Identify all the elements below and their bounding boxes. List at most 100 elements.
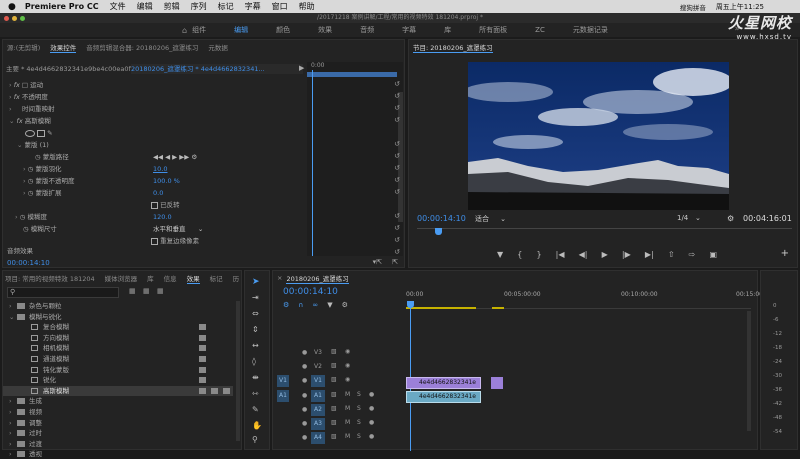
stopwatch-icon[interactable]: ◷	[20, 213, 26, 221]
yuv-filter-icon[interactable]: ▦	[157, 287, 164, 295]
reset-icon[interactable]: ↺	[394, 224, 400, 232]
effect-folder[interactable]: › 过时	[3, 428, 233, 438]
home-icon[interactable]: ⌂	[182, 26, 187, 35]
solo-icon[interactable]: S	[357, 391, 361, 398]
hand-tool-icon[interactable]: ✋	[252, 421, 262, 430]
app-name-menu[interactable]: Premiere Pro CC	[25, 2, 99, 11]
mute-icon[interactable]: M	[345, 405, 350, 412]
blur-dimensions-select[interactable]: 水平和垂直 ⌄	[153, 224, 203, 234]
solo-icon[interactable]: S	[357, 405, 361, 412]
apple-icon[interactable]: ●	[8, 2, 16, 12]
slip-tool-icon[interactable]: ⇼	[252, 373, 259, 382]
reset-icon[interactable]: ↺	[394, 176, 400, 184]
tab-markers[interactable]: 标记	[210, 273, 223, 283]
timeline-settings-icon[interactable]: ⚙	[342, 301, 348, 309]
effect-item[interactable]: 锐化	[3, 375, 233, 385]
effect-item[interactable]: 相机模糊	[3, 343, 233, 353]
play-only-icon[interactable]: ▶	[299, 64, 304, 72]
tab-info[interactable]: 信息	[164, 273, 177, 283]
effect-item[interactable]: 复合模糊	[3, 322, 233, 332]
sync-lock-icon[interactable]: ▧	[331, 348, 337, 355]
track-select-tool-icon[interactable]: ⇥	[252, 293, 259, 302]
chevron-down-icon[interactable]: ⌄	[9, 312, 14, 322]
video-clip[interactable]	[491, 377, 503, 389]
program-scrubber[interactable]	[417, 228, 792, 235]
pen-tool-icon[interactable]: ✎	[252, 405, 259, 414]
workspace-metadata[interactable]: 元数据记录	[573, 25, 608, 35]
zoom-select[interactable]: 适合 ⌄	[475, 214, 506, 224]
menu-marker[interactable]: 标记	[218, 1, 234, 12]
effect-item[interactable]: 钝化蒙版	[3, 365, 233, 375]
workspace-editing[interactable]: 编辑	[234, 25, 248, 35]
mask-opacity-value[interactable]: 100.0 %	[153, 176, 180, 186]
mini-playhead[interactable]	[312, 70, 313, 256]
clock[interactable]: 周五上午11:25	[716, 2, 764, 12]
chevron-right-icon[interactable]: ›	[9, 439, 12, 449]
timeline-ruler[interactable]: 00:00 00:05:00:00 00:10:00:00 00:15:00:0…	[406, 291, 773, 309]
eye-icon[interactable]: ◉	[345, 376, 350, 383]
effect-folder[interactable]: › 透视	[3, 449, 233, 459]
effect-item[interactable]: 通道模糊	[3, 354, 233, 364]
menu-clip[interactable]: 剪辑	[164, 1, 180, 12]
solo-icon[interactable]: S	[357, 419, 361, 426]
mask-feather-value[interactable]: 10.0	[153, 164, 167, 174]
lock-track-icon[interactable]: ●	[302, 420, 307, 427]
sync-lock-icon[interactable]: ▧	[331, 362, 337, 369]
lock-track-icon[interactable]: ●	[302, 406, 307, 413]
razor-tool-icon[interactable]: ◊	[252, 357, 256, 366]
chevron-right-icon[interactable]: ›	[23, 177, 26, 185]
ellipse-mask-icon[interactable]	[25, 129, 35, 137]
lift-icon[interactable]: ⇧	[668, 250, 675, 259]
fx-time-remap-row[interactable]: › 时间重映射	[9, 104, 54, 114]
workspace-graphics[interactable]: 字幕	[402, 25, 416, 35]
fx-motion-row[interactable]: › fx □ 运动	[9, 80, 43, 90]
menu-sequence[interactable]: 序列	[191, 1, 207, 12]
effect-folder[interactable]: › 视频	[3, 407, 233, 417]
fx-gaussian-row[interactable]: ⌄ fx 高斯模糊	[9, 116, 51, 126]
workspace-color[interactable]: 颜色	[276, 25, 290, 35]
effects-search-input[interactable]: ⚲	[7, 287, 119, 298]
selection-tool-icon[interactable]: ➤	[252, 277, 260, 287]
effect-folder[interactable]: › 过渡	[3, 439, 233, 449]
track-name[interactable]: A4	[311, 432, 325, 445]
go-to-out-icon[interactable]: ▶|	[645, 250, 654, 259]
lock-track-icon[interactable]: ●	[302, 434, 307, 441]
track-name[interactable]: A2	[311, 403, 325, 416]
track-name[interactable]: V1	[311, 375, 325, 388]
effect-folder[interactable]: ⌄ 模糊与锐化	[3, 312, 233, 322]
input-method[interactable]: 搜狗拼音	[680, 2, 706, 12]
extract-icon[interactable]: ⇨	[689, 250, 696, 259]
blurriness-value[interactable]: 120.0	[153, 212, 172, 222]
inverted-checkbox[interactable]	[151, 201, 158, 209]
stopwatch-icon[interactable]: ◷	[28, 189, 34, 197]
settings-wrench-icon[interactable]: ⚙	[727, 214, 734, 223]
workspace-effects[interactable]: 效果	[318, 25, 332, 35]
tab-libraries[interactable]: 库	[147, 273, 154, 283]
source-patch[interactable]: V1	[277, 375, 289, 388]
chevron-right-icon[interactable]: ›	[9, 396, 12, 406]
minimize-window-button[interactable]	[12, 16, 17, 21]
menu-edit[interactable]: 编辑	[137, 1, 153, 12]
sync-lock-icon[interactable]: ▧	[331, 433, 337, 440]
close-window-button[interactable]	[4, 16, 9, 21]
snap-icon[interactable]: ∩	[298, 301, 303, 309]
workspace-assembly[interactable]: 组件	[192, 25, 206, 35]
workspace-zc[interactable]: ZC	[535, 26, 545, 34]
chevron-right-icon[interactable]: ›	[9, 418, 12, 428]
eye-icon[interactable]: ◉	[345, 348, 350, 355]
effects-scrollbar[interactable]	[236, 301, 240, 441]
menu-file[interactable]: 文件	[110, 1, 126, 12]
step-forward-icon[interactable]: |▶	[622, 250, 631, 259]
reset-icon[interactable]: ↺	[394, 140, 400, 148]
mic-icon[interactable]: ●	[369, 391, 374, 398]
export-frame-icon[interactable]: ⇱	[392, 258, 398, 266]
sync-lock-icon[interactable]: ▧	[331, 405, 337, 412]
reset-icon[interactable]: ↺	[394, 188, 400, 196]
sync-lock-icon[interactable]: ▧	[331, 391, 337, 398]
chevron-right-icon[interactable]: ›	[9, 449, 12, 459]
nest-icon[interactable]: ⚙	[283, 301, 289, 309]
close-sequence-icon[interactable]: ×	[277, 274, 282, 282]
reset-icon[interactable]: ↺	[394, 236, 400, 244]
inverted-row[interactable]: 已反转	[151, 200, 180, 210]
mic-icon[interactable]: ●	[369, 419, 374, 426]
